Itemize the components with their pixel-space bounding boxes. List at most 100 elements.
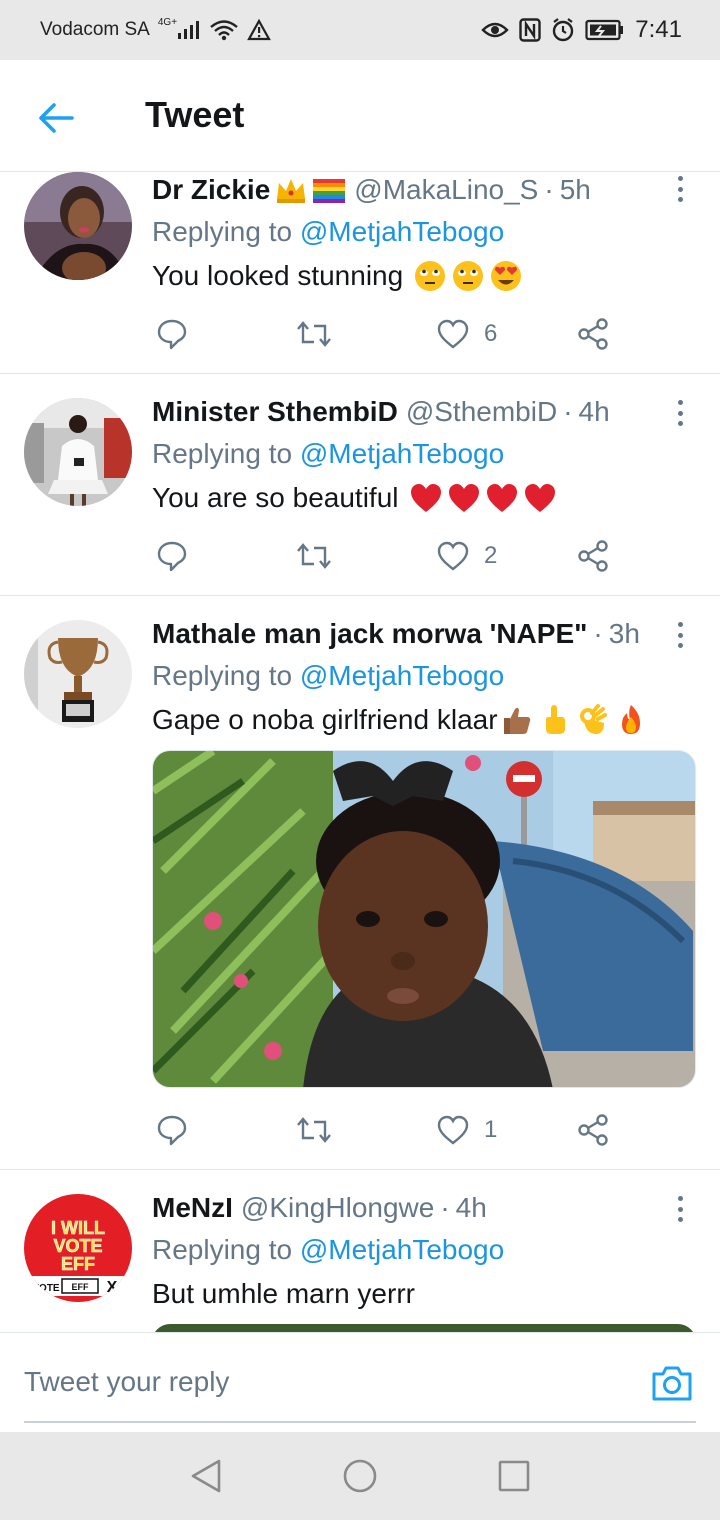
reply-input[interactable]: Tweet your reply	[24, 1359, 624, 1405]
tweet-text: But umhle marn yerrr	[152, 1276, 415, 1312]
camera-icon	[652, 1366, 692, 1401]
triangle-back-icon	[191, 1459, 221, 1493]
retweet-button[interactable]	[296, 536, 332, 576]
avatar-text-line-1: I WILL	[51, 1218, 105, 1238]
heart-icon	[437, 1115, 469, 1145]
more-options-button[interactable]	[672, 174, 688, 204]
nav-back-button[interactable]	[186, 1456, 226, 1496]
tweet-text-content: Gape o noba girlfriend klaar	[152, 704, 498, 735]
reply-composer: Tweet your reply	[0, 1332, 720, 1432]
nav-recents-button[interactable]	[494, 1456, 534, 1496]
warning-icon	[247, 19, 271, 41]
display-name[interactable]: Dr Zickie	[152, 174, 270, 206]
share-button[interactable]	[576, 536, 610, 576]
tweet-time: 3h	[608, 618, 640, 649]
tweet-media-photo[interactable]	[152, 750, 696, 1088]
retweet-icon	[297, 321, 331, 347]
mention-link[interactable]: @MetjahTebogo	[300, 216, 504, 247]
avatar-text-line-3: EFF	[61, 1254, 95, 1274]
system-nav-bar	[0, 1432, 720, 1520]
mention-link[interactable]: @MetjahTebogo	[300, 438, 504, 469]
camera-button[interactable]	[648, 1361, 696, 1405]
carrier-name: Vodacom SA	[40, 19, 150, 40]
nfc-icon	[519, 18, 541, 42]
reply-button[interactable]	[156, 536, 188, 576]
reply-button[interactable]	[156, 1110, 188, 1150]
face-with-rolling-eyes-icon	[413, 259, 447, 293]
tweet-actions: 2	[152, 536, 632, 576]
photo-of-child-image	[153, 751, 695, 1087]
reply-icon	[157, 541, 187, 572]
more-options-button[interactable]	[672, 398, 688, 428]
page-title: Tweet	[145, 94, 245, 135]
share-button[interactable]	[576, 314, 610, 354]
heart-icon	[437, 541, 469, 571]
clock-time: 7:41	[635, 16, 682, 43]
nav-home-button[interactable]	[340, 1456, 380, 1496]
user-handle[interactable]: @KingHlongwe	[241, 1192, 434, 1224]
reply-input-underline	[24, 1421, 696, 1423]
red-heart-icon	[523, 481, 557, 515]
ok-hand-icon	[576, 703, 610, 737]
share-icon	[578, 318, 608, 350]
more-options-button[interactable]	[672, 620, 688, 650]
more-options-button[interactable]	[672, 1194, 688, 1224]
status-left: Vodacom SA 4G+	[40, 17, 271, 41]
avatar[interactable]: I WILL VOTE EFF VOTE EFF X	[24, 1194, 132, 1302]
replying-to: Replying to @MetjahTebogo	[152, 660, 504, 692]
tweet-item[interactable]: Dr Zickie @MakaLino_S · 5h Replying to @…	[0, 172, 720, 374]
separator-dot: ·	[544, 174, 554, 205]
reply-icon	[157, 1115, 187, 1146]
mention-link[interactable]: @MetjahTebogo	[300, 660, 504, 691]
mention-link[interactable]: @MetjahTebogo	[300, 1234, 504, 1265]
share-icon	[578, 1114, 608, 1146]
reply-button[interactable]	[156, 314, 188, 354]
thumbs-up-icon	[500, 703, 534, 737]
battery-icon	[585, 19, 625, 41]
signal-icon: 4G+	[158, 17, 201, 40]
avatar[interactable]	[24, 398, 132, 506]
replying-prefix: Replying to	[152, 660, 293, 691]
avatar-text-line-4: VOTE	[32, 1283, 60, 1294]
back-button[interactable]	[36, 98, 76, 138]
avatar-text-line-2: VOTE	[53, 1236, 102, 1256]
tweet-media-photo[interactable]	[152, 1324, 696, 1332]
retweet-icon	[297, 543, 331, 569]
tweet-time: 5h	[559, 174, 591, 205]
tweet-text-content: But umhle marn yerrr	[152, 1278, 415, 1309]
user-handle[interactable]: @MakaLino_S	[354, 174, 538, 206]
separator-dot: ·	[440, 1192, 450, 1223]
fire-icon	[614, 703, 648, 737]
tweet-item[interactable]: Minister SthembiD @SthembiD · 4h Replyin…	[0, 374, 720, 596]
tweet-text-content: You are so beautiful	[152, 482, 399, 513]
separator-dot: ·	[563, 396, 573, 427]
tweet-text: You looked stunning	[152, 258, 523, 294]
avatar[interactable]	[24, 172, 132, 280]
like-button[interactable]: 1	[436, 1110, 497, 1150]
alarm-icon	[551, 18, 575, 42]
share-button[interactable]	[576, 1110, 610, 1150]
crown-icon	[274, 173, 308, 207]
avatar[interactable]	[24, 620, 132, 728]
display-name[interactable]: MeNzI	[152, 1192, 233, 1224]
tweet-actions: 6	[152, 314, 632, 354]
tweet-item[interactable]: Mathale man jack morwa 'NAPE" · 3h Reply…	[0, 596, 720, 1170]
retweet-button[interactable]	[296, 1110, 332, 1150]
retweet-icon	[297, 1117, 331, 1143]
replying-prefix: Replying to	[152, 216, 293, 247]
circle-home-icon	[343, 1459, 377, 1493]
display-name[interactable]: Minister SthembiD	[152, 396, 398, 428]
tweet-text: Gape o noba girlfriend klaar	[152, 702, 648, 738]
display-name[interactable]: Mathale man jack morwa 'NAPE"	[152, 618, 587, 650]
tweet-item[interactable]: I WILL VOTE EFF VOTE EFF X MeNzI @KingHl…	[0, 1170, 720, 1332]
reply-feed[interactable]: Dr Zickie @MakaLino_S · 5h Replying to @…	[0, 172, 720, 1332]
red-heart-icon	[447, 481, 481, 515]
replying-prefix: Replying to	[152, 1234, 293, 1265]
share-icon	[578, 540, 608, 572]
user-handle[interactable]: @SthembiD	[406, 396, 557, 428]
like-button[interactable]: 6	[436, 314, 497, 354]
like-count: 2	[484, 542, 498, 569]
retweet-button[interactable]	[296, 314, 332, 354]
like-button[interactable]: 2	[436, 536, 497, 576]
avatar-text-line-6: X	[107, 1279, 118, 1296]
